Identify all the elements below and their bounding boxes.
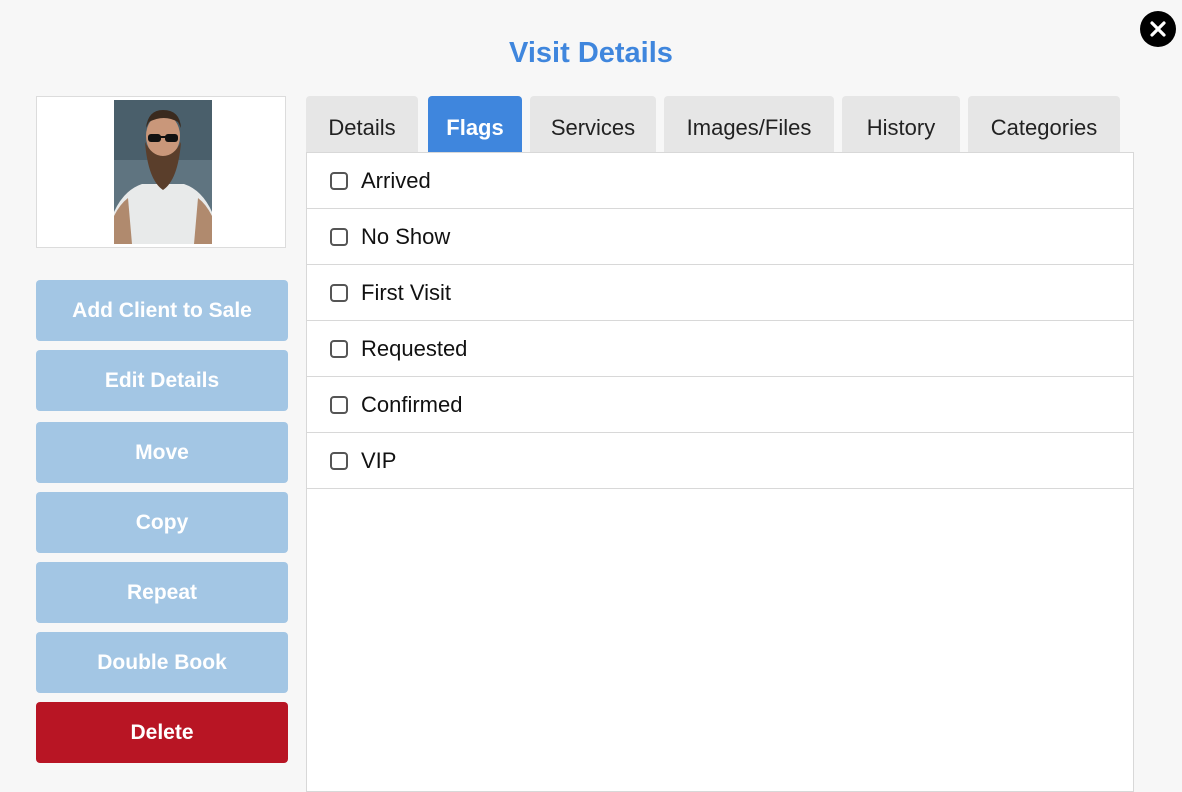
delete-button[interactable]: Delete bbox=[36, 702, 288, 763]
flag-label: No Show bbox=[361, 223, 451, 249]
requested-checkbox[interactable] bbox=[330, 339, 348, 358]
flag-label: Arrived bbox=[361, 167, 431, 193]
flag-label: First Visit bbox=[361, 279, 452, 305]
copy-button[interactable]: Copy bbox=[36, 492, 288, 553]
edit-details-button[interactable]: Edit Details bbox=[36, 350, 288, 411]
flag-row-arrived[interactable]: Arrived bbox=[307, 153, 1133, 209]
flag-row-no-show[interactable]: No Show bbox=[307, 209, 1133, 265]
tab-services[interactable]: Services bbox=[530, 96, 656, 152]
first-visit-checkbox[interactable] bbox=[330, 283, 348, 302]
tab-flags[interactable]: Flags bbox=[428, 96, 522, 152]
flag-label: Confirmed bbox=[361, 391, 463, 417]
tab-images-files[interactable]: Images/Files bbox=[664, 96, 834, 152]
flag-label: Requested bbox=[361, 335, 468, 361]
flag-row-confirmed[interactable]: Confirmed bbox=[307, 377, 1133, 433]
flag-row-first-visit[interactable]: First Visit bbox=[307, 265, 1133, 321]
confirmed-checkbox[interactable] bbox=[330, 395, 348, 414]
flags-panel: Arrived No Show First Visit Requested Co… bbox=[306, 152, 1134, 792]
flag-row-vip[interactable]: VIP bbox=[307, 433, 1133, 489]
add-client-to-sale-button[interactable]: Add Client to Sale bbox=[36, 280, 288, 341]
tab-details[interactable]: Details bbox=[306, 96, 418, 152]
flag-label: VIP bbox=[361, 447, 397, 473]
no-show-checkbox[interactable] bbox=[330, 227, 348, 246]
client-photo bbox=[114, 100, 212, 244]
dialog-title: Visit Details bbox=[509, 37, 673, 69]
vip-checkbox[interactable] bbox=[330, 451, 348, 470]
repeat-button[interactable]: Repeat bbox=[36, 562, 288, 623]
move-button[interactable]: Move bbox=[36, 422, 288, 483]
double-book-button[interactable]: Double Book bbox=[36, 632, 288, 693]
arrived-checkbox[interactable] bbox=[330, 171, 348, 190]
client-photo-frame bbox=[36, 96, 286, 248]
flag-row-requested[interactable]: Requested bbox=[307, 321, 1133, 377]
tab-history[interactable]: History bbox=[842, 96, 960, 152]
tab-categories[interactable]: Categories bbox=[968, 96, 1120, 152]
